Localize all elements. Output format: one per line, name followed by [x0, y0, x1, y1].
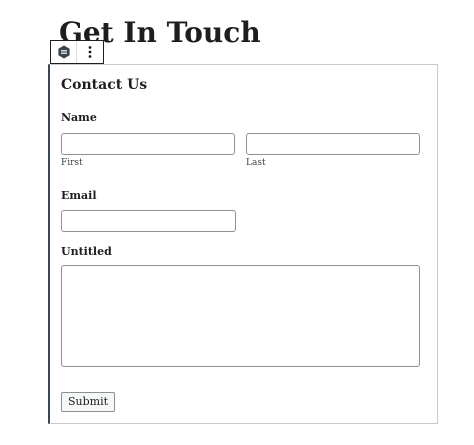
more-vertical-icon	[88, 45, 92, 59]
name-label: Name	[61, 111, 97, 124]
first-name-sublabel: First	[61, 158, 83, 168]
submit-button[interactable]: Submit	[61, 392, 116, 412]
first-name-input[interactable]	[61, 133, 235, 155]
form-block-icon	[57, 45, 71, 59]
untitled-textarea[interactable]	[61, 265, 420, 367]
form-title: Contact Us	[61, 77, 148, 93]
email-label: Email	[61, 189, 97, 202]
block-toolbar	[50, 40, 104, 64]
block-type-button[interactable]	[51, 41, 77, 63]
last-name-input[interactable]	[246, 133, 420, 155]
editor-canvas: Get In Touch Contact Us Name First Last …	[0, 0, 474, 445]
contact-form-block[interactable]: Contact Us Name First Last Email Untitle…	[48, 64, 438, 424]
block-options-button[interactable]	[77, 41, 103, 63]
last-name-sublabel: Last	[246, 158, 266, 168]
untitled-label: Untitled	[61, 245, 112, 258]
email-input[interactable]	[61, 210, 236, 232]
